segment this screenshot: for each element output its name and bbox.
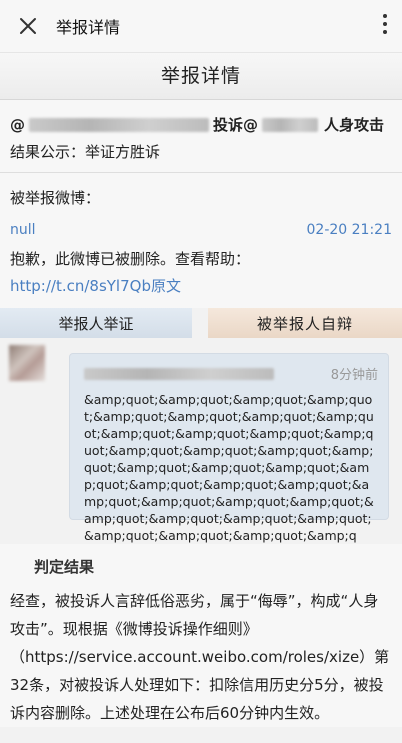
- judgement-title: 判定结果: [34, 558, 95, 576]
- report-summary: @ 投诉@ 人身攻击 结果公示：举证方胜诉: [0, 100, 402, 172]
- evidence-bubble: 8分钟前 &amp;quot;&amp;quot;&amp;quot;&amp;…: [69, 353, 389, 543]
- judgement-text: 经查，被投诉人言辞低俗恶劣，属于“侮辱”，构成“人身攻击”。现根据《微博投诉操作…: [10, 592, 390, 722]
- avatar[interactable]: [9, 345, 45, 381]
- weibo-user[interactable]: null: [10, 222, 36, 238]
- top-bar: 举报详情: [0, 0, 402, 53]
- result-value: 举证方胜诉: [85, 143, 161, 161]
- weibo-meta: null 02-20 21:21: [0, 214, 402, 242]
- tab-gap: [192, 308, 208, 338]
- reporter-prefix: @: [10, 115, 25, 134]
- evidence-panel: 8分钟前 &amp;quot;&amp;quot;&amp;quot;&amp;…: [0, 338, 402, 543]
- tab-reported-defense[interactable]: 被举报人自辩: [208, 308, 402, 338]
- tab-reporter-evidence[interactable]: 举报人举证: [0, 308, 192, 338]
- window-title: 举报详情: [56, 18, 121, 37]
- reported-weibo-label: 被举报微博：: [0, 173, 402, 214]
- deleted-message: 抱歉，此微博已被删除。查看帮助：: [0, 242, 402, 273]
- evidence-tabs: 举报人举证 被举报人自辩: [0, 308, 402, 338]
- more-options-icon[interactable]: [380, 14, 390, 34]
- evidence-text: &amp;quot;&amp;quot;&amp;quot;&amp;quot;…: [84, 392, 374, 543]
- evidence-author-blurred: [84, 367, 274, 380]
- evidence-time: 8分钟前: [330, 368, 378, 383]
- help-link[interactable]: http://t.cn/8sYl7Qb原文: [0, 273, 402, 308]
- close-icon[interactable]: [0, 17, 56, 35]
- reported-name-blurred: [262, 117, 319, 132]
- result-label: 结果公示：: [10, 143, 86, 161]
- complaint-type: 人身攻击: [324, 116, 385, 134]
- weibo-time: 02-20 21:21: [306, 222, 392, 238]
- reporter-name-blurred: [29, 117, 209, 132]
- complaint-label: 投诉@: [213, 116, 259, 134]
- page-title: 举报详情: [0, 53, 402, 100]
- judgement-section: 判定结果 经查，被投诉人言辞低俗恶劣，属于“侮辱”，构成“人身攻击”。现根据《微…: [0, 544, 402, 727]
